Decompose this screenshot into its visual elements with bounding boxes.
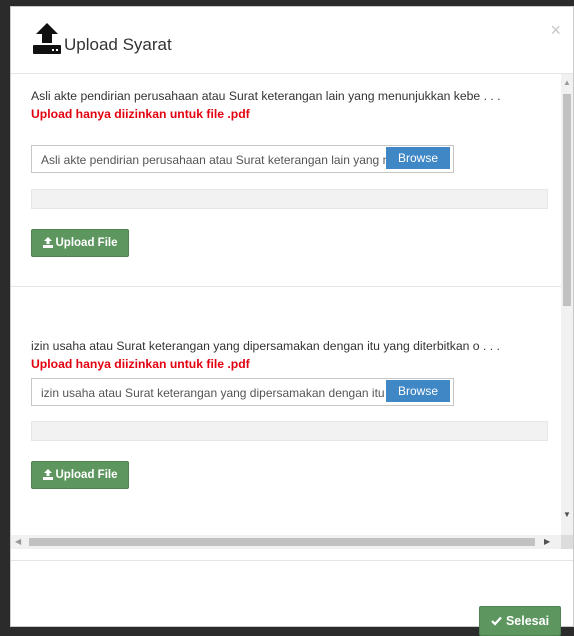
requirement-item: Asli akte pendirian perusahaan atau Sura… [11, 74, 561, 287]
file-input-text: Asli akte pendirian perusahaan atau Sura… [41, 153, 386, 167]
browse-button[interactable]: Browse [386, 380, 450, 402]
upload-dialog: Upload Syarat × Asli akte pendirian peru… [10, 6, 574, 636]
file-input[interactable]: izin usaha atau Surat keterangan yang di… [31, 378, 454, 406]
dialog-header: Upload Syarat × [11, 7, 573, 74]
upload-icon [42, 469, 53, 480]
close-icon[interactable]: × [550, 21, 561, 39]
file-input[interactable]: Asli akte pendirian perusahaan atau Sura… [31, 145, 454, 173]
scrollbar-corner [561, 535, 573, 549]
horizontal-scroll-thumb[interactable] [29, 538, 535, 546]
scroll-down-arrow-icon[interactable]: ▼ [563, 510, 571, 519]
dialog-footer: Selesai [11, 560, 573, 636]
vertical-scrollbar[interactable]: ▲ ▼ [561, 74, 573, 535]
scroll-left-arrow-icon[interactable]: ◀ [15, 537, 21, 546]
upload-progress-bar [31, 421, 548, 441]
done-button[interactable]: Selesai [479, 606, 561, 636]
dialog-body: Asli akte pendirian perusahaan atau Sura… [11, 74, 573, 549]
done-label: Selesai [505, 614, 550, 628]
upload-icon [42, 237, 53, 248]
requirement-file-note: Upload hanya diizinkan untuk file .pdf [31, 107, 250, 121]
upload-icon [33, 23, 61, 54]
requirements-list: Asli akte pendirian perusahaan atau Sura… [11, 74, 561, 535]
requirement-item: izin usaha atau Surat keterangan yang di… [11, 287, 561, 535]
scroll-right-arrow-icon[interactable]: ▶ [544, 537, 550, 546]
horizontal-scrollbar[interactable]: ◀ ▶ [11, 535, 561, 549]
upload-file-button[interactable]: Upload File [31, 461, 129, 489]
requirement-file-note: Upload hanya diizinkan untuk file .pdf [31, 357, 250, 371]
vertical-scroll-thumb[interactable] [563, 94, 571, 306]
scroll-up-arrow-icon[interactable]: ▲ [563, 78, 571, 87]
browse-button[interactable]: Browse [386, 147, 450, 169]
upload-file-label: Upload File [55, 469, 118, 481]
requirement-title: izin usaha atau Surat keterangan yang di… [31, 339, 500, 353]
dialog-title: Upload Syarat [64, 35, 172, 54]
upload-file-button[interactable]: Upload File [31, 229, 129, 257]
requirement-title: Asli akte pendirian perusahaan atau Sura… [31, 89, 501, 103]
upload-file-label: Upload File [55, 237, 118, 249]
file-input-text: izin usaha atau Surat keterangan yang di… [41, 386, 386, 400]
upload-progress-bar [31, 189, 548, 209]
